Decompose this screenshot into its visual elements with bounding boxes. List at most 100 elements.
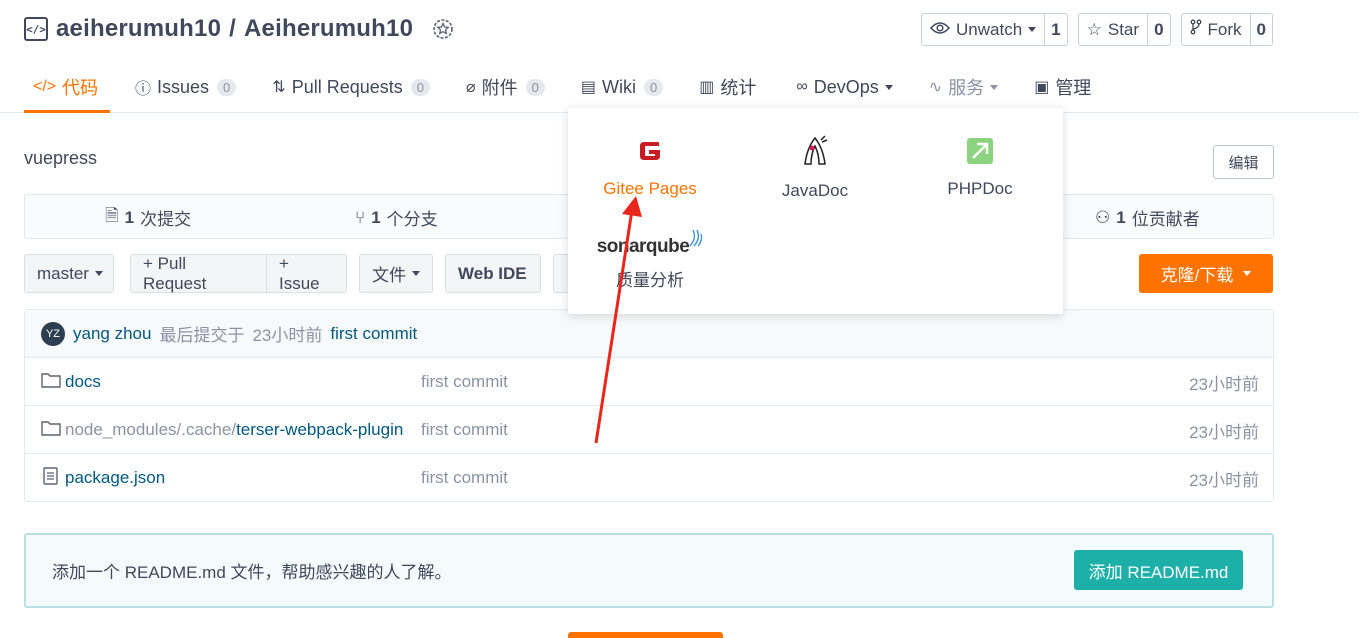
- watch-count[interactable]: 1: [1045, 14, 1066, 45]
- tab-issues[interactable]: ⓘ Issues 0: [126, 62, 245, 112]
- tab-attachments-count: 0: [525, 78, 545, 96]
- tab-code[interactable]: </> 代码: [24, 62, 110, 113]
- branch-icon: ⑂: [355, 207, 366, 227]
- fork-label: Fork: [1207, 19, 1242, 39]
- eye-icon: [930, 20, 951, 40]
- folder-icon: [41, 372, 61, 393]
- menu-item-label: PHPDoc: [947, 179, 1013, 198]
- file-commit-time: 23小时前: [1189, 374, 1259, 394]
- commit-author[interactable]: yang zhou: [73, 324, 151, 344]
- chevron-down-icon: [412, 271, 420, 276]
- bottom-button-edge: [568, 632, 723, 638]
- pulse-icon: ∿: [928, 79, 943, 96]
- star-button[interactable]: ☆ Star: [1079, 14, 1149, 45]
- contributors-icon: ⚇: [1095, 207, 1111, 227]
- contributors-stat[interactable]: ⚇ 1 位贡献者: [1095, 195, 1200, 240]
- star-count[interactable]: 0: [1148, 14, 1169, 45]
- gitee-pages-icon: [635, 136, 665, 171]
- commits-count: 1: [124, 207, 135, 227]
- commits-stat[interactable]: 🗎 1 次提交: [105, 195, 191, 240]
- menu-item-phpdoc[interactable]: PHPDoc: [905, 136, 1055, 199]
- sonarqube-logo-text: sonarqube: [596, 236, 690, 257]
- tab-services[interactable]: ∿ 服务: [920, 62, 1007, 112]
- menu-item-quality-analysis[interactable]: sonarqube 质量分析: [575, 228, 725, 291]
- tab-devops[interactable]: ∞ DevOps: [787, 62, 901, 112]
- repo-name-link[interactable]: Aeiherumuh10: [244, 15, 413, 43]
- fork-group: Fork 0: [1180, 13, 1273, 46]
- star-group: ☆ Star 0: [1077, 13, 1171, 46]
- fork-button[interactable]: Fork: [1182, 14, 1251, 45]
- file-link[interactable]: docs: [65, 372, 101, 392]
- clone-download-label: 克隆/下载: [1160, 266, 1234, 285]
- unwatch-label: Unwatch: [956, 19, 1023, 39]
- edit-description-button[interactable]: 编辑: [1213, 145, 1274, 179]
- file-path-prefix[interactable]: node_modules/.cache/: [65, 420, 236, 440]
- menu-item-label: JavaDoc: [781, 181, 849, 200]
- add-readme-button[interactable]: 添加 README.md: [1074, 550, 1243, 590]
- commit-message[interactable]: first commit: [330, 324, 417, 344]
- tab-manage[interactable]: ▣ 管理: [1025, 62, 1100, 112]
- menu-item-javadoc[interactable]: JavaDoc: [740, 134, 890, 201]
- contributors-label: 位贡献者: [1131, 210, 1200, 229]
- file-commit-message[interactable]: first commit: [421, 454, 508, 502]
- tab-pull-requests[interactable]: ⇅ Pull Requests 0: [263, 62, 439, 112]
- tab-stats[interactable]: ▥ 统计: [690, 62, 765, 112]
- tab-issues-count: 0: [217, 78, 237, 96]
- tab-manage-label: 管理: [1055, 78, 1092, 98]
- fork-icon: [1190, 19, 1202, 40]
- file-commit-time: 23小时前: [1189, 422, 1259, 442]
- paperclip-icon: ⌀: [465, 79, 476, 96]
- table-row[interactable]: node_modules/.cache/ terser-webpack-plug…: [25, 406, 1273, 454]
- clone-download-button[interactable]: 克隆/下载: [1139, 254, 1273, 293]
- infinity-icon: ∞: [796, 78, 808, 95]
- file-commit-message[interactable]: first commit: [421, 406, 508, 454]
- star-label: Star: [1107, 19, 1140, 39]
- manage-icon: ▣: [1034, 79, 1050, 96]
- watch-group: Unwatch 1: [921, 13, 1068, 46]
- repo-owner-link[interactable]: aeiherumuh10: [56, 15, 221, 43]
- branches-stat[interactable]: ⑂ 1 个分支: [355, 195, 438, 240]
- services-dropdown: Gitee Pages JavaDoc PHPDoc sonarqube 质量分…: [568, 108, 1063, 314]
- repo-title: </> aeiherumuh10 / Aeiherumuh10: [24, 12, 455, 46]
- phpdoc-icon: [965, 136, 995, 171]
- book-icon: ▤: [580, 79, 596, 96]
- tab-wiki[interactable]: ▤ Wiki 0: [572, 62, 672, 112]
- recommend-badge-icon[interactable]: [431, 17, 455, 41]
- unwatch-button[interactable]: Unwatch: [922, 14, 1046, 45]
- chevron-down-icon: [884, 84, 893, 90]
- fork-count[interactable]: 0: [1251, 14, 1272, 45]
- commit-time: 23小时前: [252, 326, 323, 345]
- branch-select[interactable]: master: [24, 254, 114, 293]
- javadoc-icon: [799, 134, 831, 173]
- web-ide-button[interactable]: Web IDE: [445, 254, 541, 293]
- file-icon: [41, 466, 61, 490]
- commits-label: 次提交: [140, 210, 192, 229]
- tab-pulls-count: 0: [410, 78, 430, 96]
- file-link[interactable]: package.json: [65, 468, 165, 488]
- tab-attachments-label: 附件: [481, 78, 518, 98]
- tab-wiki-label: Wiki: [601, 76, 636, 97]
- table-row[interactable]: package.json first commit 23小时前: [25, 454, 1273, 502]
- table-row[interactable]: docs first commit 23小时前: [25, 358, 1273, 406]
- menu-item-label: Gitee Pages: [603, 179, 697, 198]
- commit-file-icon: 🗎: [105, 206, 119, 225]
- bar-chart-icon: ▥: [699, 79, 715, 96]
- tab-attachments[interactable]: ⌀ 附件 0: [457, 62, 554, 112]
- file-commit-time: 23小时前: [1189, 470, 1259, 490]
- readme-prompt: 添加一个 README.md 文件，帮助感兴趣的人了解。 添加 README.m…: [24, 533, 1274, 608]
- menu-item-gitee-pages[interactable]: Gitee Pages: [575, 136, 725, 199]
- tab-code-label: 代码: [62, 78, 99, 98]
- repo-actions: Unwatch 1 ☆ Star 0 Fork 0: [921, 13, 1273, 46]
- file-commit-message[interactable]: first commit: [421, 358, 508, 406]
- avatar[interactable]: YZ: [41, 321, 65, 346]
- new-pull-request-button[interactable]: + Pull Request: [130, 254, 267, 293]
- file-name-cell: node_modules/.cache/ terser-webpack-plug…: [41, 406, 403, 454]
- files-menu-label: 文件: [372, 266, 406, 285]
- pull-request-icon: ⇅: [272, 79, 286, 96]
- files-menu-button[interactable]: 文件: [359, 254, 433, 293]
- file-name-cell: docs: [41, 358, 101, 406]
- menu-item-label: 质量分析: [616, 271, 684, 290]
- tab-wiki-count: 0: [643, 78, 664, 96]
- new-issue-button[interactable]: + Issue: [266, 254, 347, 293]
- file-link[interactable]: terser-webpack-plugin: [236, 420, 403, 440]
